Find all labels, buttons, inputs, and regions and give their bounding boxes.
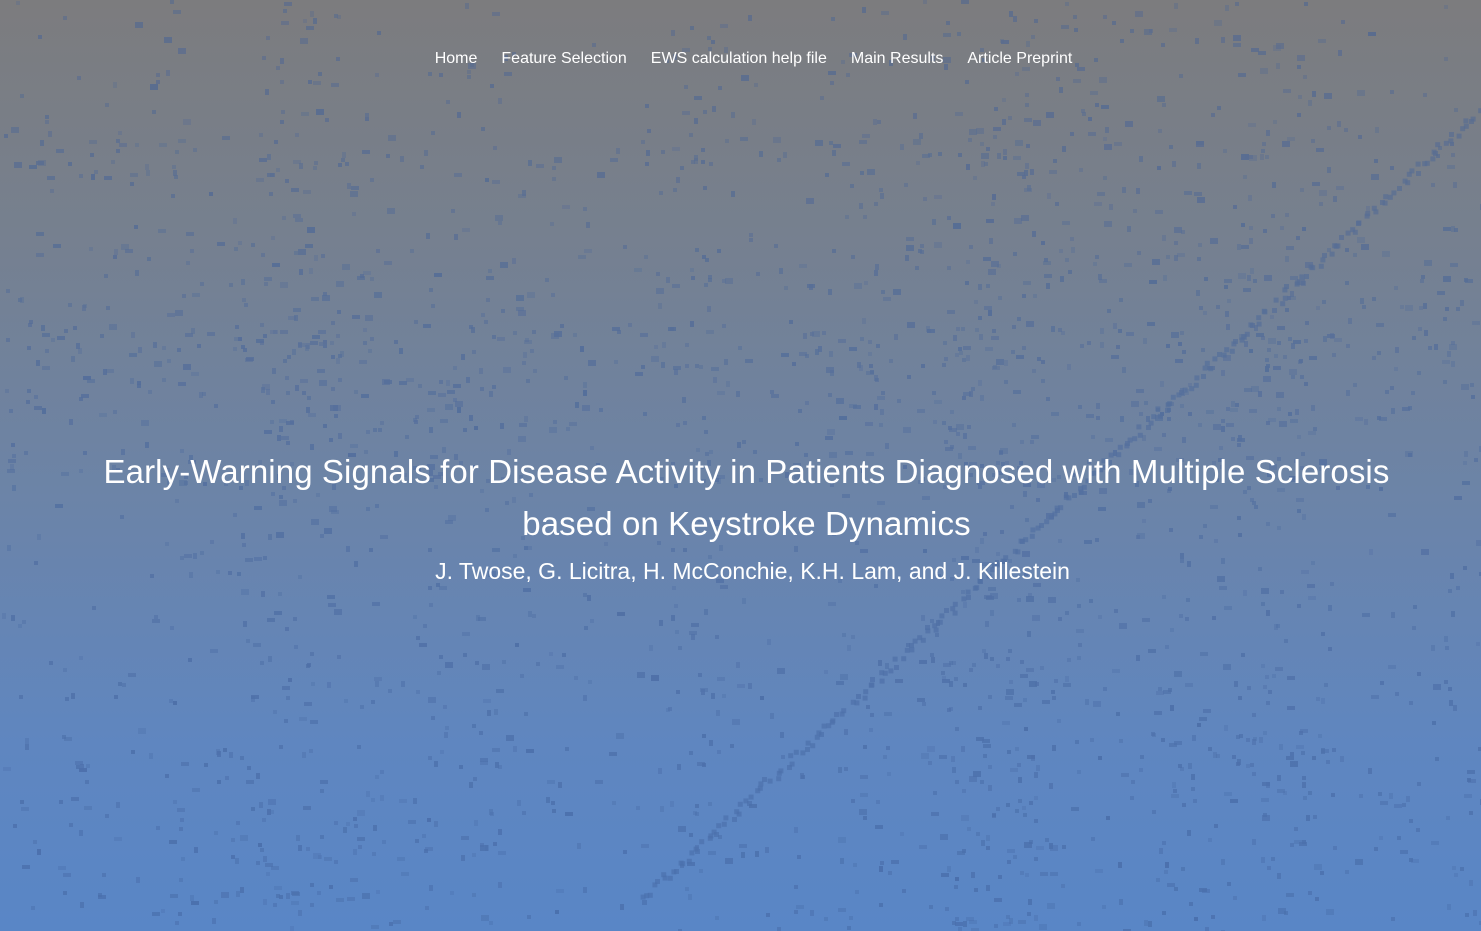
author-list: J. Twose, G. Licitra, H. McConchie, K.H.…	[435, 558, 1070, 584]
nav-article-preprint-link[interactable]: Article Preprint	[967, 48, 1072, 70]
nav-ews-help-link[interactable]: EWS calculation help file	[651, 48, 827, 70]
title-block: Early-Warning Signals for Disease Activi…	[0, 446, 1481, 586]
nav-home-link[interactable]: Home	[435, 48, 478, 70]
top-navigation: Home Feature Selection EWS calculation h…	[0, 48, 1481, 70]
nav-feature-selection-link[interactable]: Feature Selection	[501, 48, 626, 70]
nav-main-results-link[interactable]: Main Results	[851, 48, 943, 70]
page-title: Early-Warning Signals for Disease Activi…	[103, 453, 1390, 542]
hero-section: Home Feature Selection EWS calculation h…	[0, 0, 1481, 931]
